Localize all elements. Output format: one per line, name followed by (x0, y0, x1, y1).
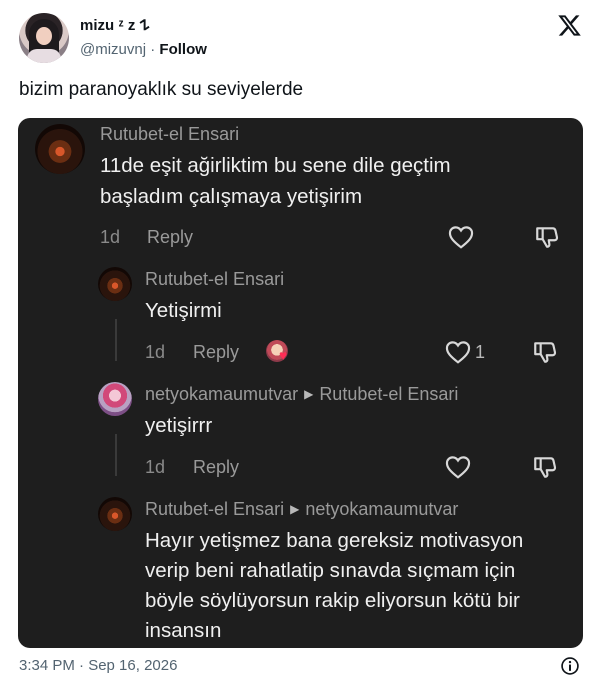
follow-button[interactable]: Follow (159, 41, 207, 58)
comment-line: başladım çalışmaya yetişirim (100, 185, 363, 208)
comment-age: 1d (145, 457, 166, 477)
author-handle[interactable]: @mizuvnj (80, 41, 146, 58)
reply-arrow-icon: ▶ (304, 387, 314, 401)
comment-author: Rutubet-el Ensari (145, 499, 285, 519)
comment-age: 1d (145, 342, 166, 362)
info-icon[interactable] (560, 656, 580, 676)
comment-age: 1d (100, 227, 121, 247)
reply-arrow-icon: ▶ (290, 502, 300, 516)
comment-line: Yetişirmi (145, 299, 222, 322)
heart-outline-icon (445, 341, 471, 364)
comment-author-row: Rutubet-el Ensari ▶ netyokamaumutvar (145, 499, 458, 520)
like-count: 1 (475, 342, 486, 362)
thread-line (115, 319, 117, 361)
reply-button: Reply (193, 457, 240, 477)
reaction-heart-icon: ♥ (279, 347, 288, 363)
tweet-timestamp[interactable]: 3:34 PM · Sep 16, 2026 (19, 657, 177, 674)
embedded-screenshot: Rutubet-el Ensari 11de eşit ağirliktim b… (18, 118, 583, 648)
reply-target: netyokamaumutvar (305, 499, 459, 519)
commenter-avatar (98, 382, 132, 416)
x-logo-icon[interactable] (557, 13, 582, 38)
reply-target: Rutubet-el Ensari (319, 384, 459, 404)
comment-line: Hayır yetişmez bana gereksiz motivasyon (145, 529, 524, 552)
commenter-avatar (35, 124, 85, 174)
thumbs-down-icon (534, 457, 557, 478)
comment-author: netyokamaumutvar (145, 384, 299, 404)
separator-dot: · (150, 41, 156, 58)
comment-line: 11de eşit ağirliktim bu sene dile geçtim (100, 154, 451, 177)
reply-button: Reply (193, 342, 240, 362)
author-handle-row: @mizuvnj · Follow (80, 41, 207, 58)
comment-line: verip beni rahatlatip sınavda sıçmam içi… (145, 559, 516, 582)
thumbs-down-icon (536, 227, 559, 248)
comment-author: Rutubet-el Ensari (145, 269, 285, 289)
reply-button: Reply (147, 227, 194, 247)
heart-outline-icon (448, 226, 474, 249)
thumbs-down-icon (534, 342, 557, 363)
commenter-avatar (98, 267, 132, 301)
comment-author-row: netyokamaumutvar ▶ Rutubet-el Ensari (145, 384, 458, 405)
comment-line: böyle söylüyorsun rakip eliyorsun kötü b… (145, 589, 520, 612)
tweet-header: mizu ᶻ z 𐰁 @mizuvnj · Follow (0, 0, 600, 72)
comment-line: yetişirrr (145, 414, 213, 437)
author-avatar[interactable] (19, 13, 69, 63)
author-display-name[interactable]: mizu ᶻ z 𐰁 (80, 15, 149, 35)
heart-outline-icon (445, 456, 471, 479)
commenter-avatar (98, 497, 132, 531)
comment-line: insansın (145, 619, 222, 642)
comment-author: Rutubet-el Ensari (100, 124, 240, 144)
thread-line (115, 434, 117, 476)
tweet-text: bizim paranoyaklık su seviyelerde (19, 79, 304, 100)
